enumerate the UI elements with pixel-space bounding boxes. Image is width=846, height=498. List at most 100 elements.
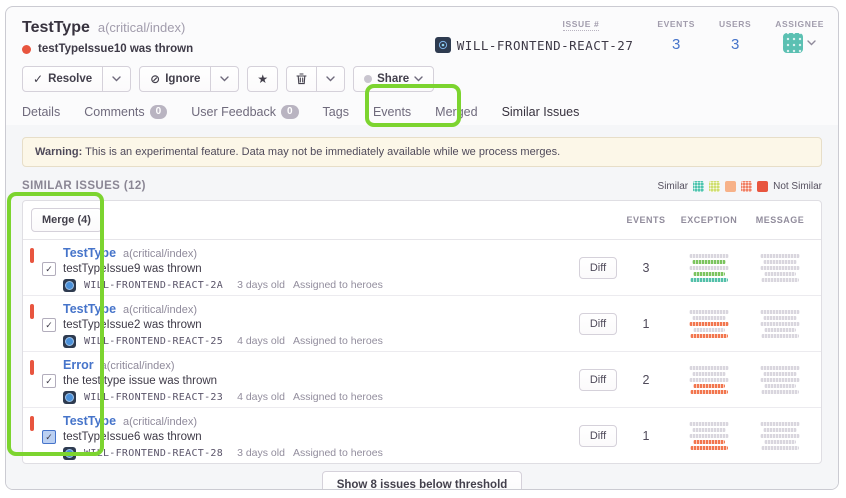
issue-culprit: a(critical/index) — [101, 360, 175, 372]
bookmark-star-button[interactable]: ★ — [247, 66, 278, 92]
issue-message: testTypeIssue9 was thrown — [63, 263, 573, 275]
error-level-dot-icon — [22, 45, 31, 54]
show-more-issues-button[interactable]: Show 8 issues below threshold — [322, 471, 523, 490]
chevron-down-icon — [220, 76, 229, 82]
project-icon — [63, 391, 76, 404]
similar-issue-row: TestType a(critical/index) testTypeIssue2… — [23, 296, 821, 352]
message-similarity-bars — [760, 310, 800, 338]
issue-culprit: a(critical/index) — [123, 248, 197, 260]
chevron-down-icon — [326, 76, 335, 82]
comments-count-badge: 0 — [150, 105, 168, 119]
legend-swatch-medium — [725, 181, 736, 192]
similar-issue-row: Error a(critical/index) the test type iss… — [23, 352, 821, 408]
issue-short-id: WILL-FRONTEND-REACT-2A — [84, 280, 223, 291]
diff-button[interactable]: Diff — [579, 369, 617, 391]
chevron-down-icon — [414, 76, 423, 82]
share-button[interactable]: Share — [353, 66, 434, 92]
row-events-count: 3 — [623, 261, 669, 275]
check-icon: ✓ — [33, 73, 43, 85]
resolve-dropdown-button[interactable] — [102, 66, 131, 92]
diff-button[interactable]: Diff — [579, 313, 617, 335]
assignee-label: ASSIGNEE — [775, 19, 824, 29]
row-events-count: 2 — [623, 373, 669, 387]
message-similarity-bars — [760, 422, 800, 450]
diff-button[interactable]: Diff — [579, 257, 617, 279]
issue-assignee: Assigned to heroes — [293, 335, 383, 347]
users-count-link[interactable]: 3 — [731, 36, 739, 53]
resolve-button[interactable]: ✓ Resolve — [22, 66, 103, 92]
merge-button[interactable]: Merge (4) — [31, 208, 102, 232]
issue-subtitle: testTypeIssue10 was thrown — [38, 43, 193, 55]
legend-swatch-not-similar — [757, 181, 768, 192]
issue-age: 3 days old — [237, 447, 285, 459]
issue-short-id: WILL-FRONTEND-REACT-25 — [84, 336, 223, 347]
issue-culprit: a(critical/index) — [123, 304, 197, 316]
error-level-bar-icon — [30, 248, 34, 263]
experimental-warning-banner: Warning: This is an experimental feature… — [22, 137, 822, 167]
column-header-exception: EXCEPTION — [669, 215, 749, 225]
chevron-down-icon — [807, 40, 816, 46]
issue-message: testTypeIssue6 was thrown — [63, 431, 573, 443]
row-checkbox[interactable] — [42, 262, 56, 276]
legend-swatch-most-similar — [693, 181, 704, 192]
similar-issues-table: Merge (4) EVENTS EXCEPTION MESSAGE TestT… — [22, 200, 822, 464]
delete-dropdown-button[interactable] — [316, 66, 345, 92]
exception-similarity-bars — [689, 310, 729, 338]
issue-message: testTypeIssue2 was thrown — [63, 319, 573, 331]
share-dot-icon — [364, 75, 372, 83]
issue-title: TestType — [22, 19, 90, 37]
events-label: EVENTS — [657, 19, 695, 29]
diff-button[interactable]: Diff — [579, 425, 617, 447]
issue-title-link[interactable]: Error — [63, 358, 94, 372]
legend-not-similar-label: Not Similar — [773, 181, 822, 192]
events-count-link[interactable]: 3 — [672, 36, 680, 53]
similarity-legend: Similar Not Similar — [658, 181, 822, 192]
issue-message: the test type issue was thrown — [63, 375, 573, 387]
exception-similarity-bars — [689, 366, 729, 394]
section-title: SIMILAR ISSUES (12) — [22, 180, 146, 192]
issue-assignee: Assigned to heroes — [293, 279, 383, 291]
row-events-count: 1 — [623, 317, 669, 331]
issue-header: TestType a(critical/index) testTypeIssue… — [6, 7, 838, 55]
exception-similarity-bars — [689, 254, 729, 282]
issue-culprit: a(critical/index) — [123, 416, 197, 428]
ignore-dropdown-button[interactable] — [210, 66, 239, 92]
row-checkbox[interactable] — [42, 318, 56, 332]
legend-swatch-similar — [709, 181, 720, 192]
chevron-down-icon — [112, 76, 121, 82]
exception-similarity-bars — [689, 422, 729, 450]
issue-assignee: Assigned to heroes — [293, 391, 383, 403]
column-header-events: EVENTS — [623, 215, 669, 225]
star-icon: ★ — [257, 73, 268, 85]
assignee-selector[interactable] — [783, 33, 816, 53]
similar-issue-row: TestType a(critical/index) testTypeIssue9… — [23, 240, 821, 296]
column-header-message: MESSAGE — [749, 215, 811, 225]
issue-title-link[interactable]: TestType — [63, 302, 116, 316]
delete-button[interactable] — [286, 66, 317, 92]
mute-icon: ⊘ — [150, 73, 160, 85]
assignee-avatar — [783, 33, 803, 53]
issue-title-link[interactable]: TestType — [63, 246, 116, 260]
issue-short-id: WILL-FRONTEND-REACT-27 — [457, 38, 634, 53]
legend-swatch-less-similar — [741, 181, 752, 192]
project-icon — [63, 279, 76, 292]
message-similarity-bars — [760, 366, 800, 394]
issue-age: 4 days old — [237, 391, 285, 403]
issue-detail-card: TestType a(critical/index) testTypeIssue… — [5, 6, 839, 490]
action-toolbar: ✓ Resolve ⊘ Ignore ★ — [6, 66, 838, 92]
legend-similar-label: Similar — [658, 181, 689, 192]
row-checkbox[interactable] — [42, 430, 56, 444]
issue-short-id: WILL-FRONTEND-REACT-28 — [84, 448, 223, 459]
issue-age: 4 days old — [237, 335, 285, 347]
error-level-bar-icon — [30, 416, 34, 431]
message-similarity-bars — [760, 254, 800, 282]
ignore-button[interactable]: ⊘ Ignore — [139, 66, 211, 92]
issue-assignee: Assigned to heroes — [293, 447, 383, 459]
users-label: USERS — [719, 19, 751, 29]
issue-culprit: a(critical/index) — [98, 20, 185, 35]
similar-issue-row: TestType a(critical/index) testTypeIssue6… — [23, 408, 821, 463]
issue-title-link[interactable]: TestType — [63, 414, 116, 428]
trash-icon — [296, 73, 307, 85]
row-checkbox[interactable] — [42, 374, 56, 388]
issue-number-label: ISSUE # — [563, 19, 600, 31]
